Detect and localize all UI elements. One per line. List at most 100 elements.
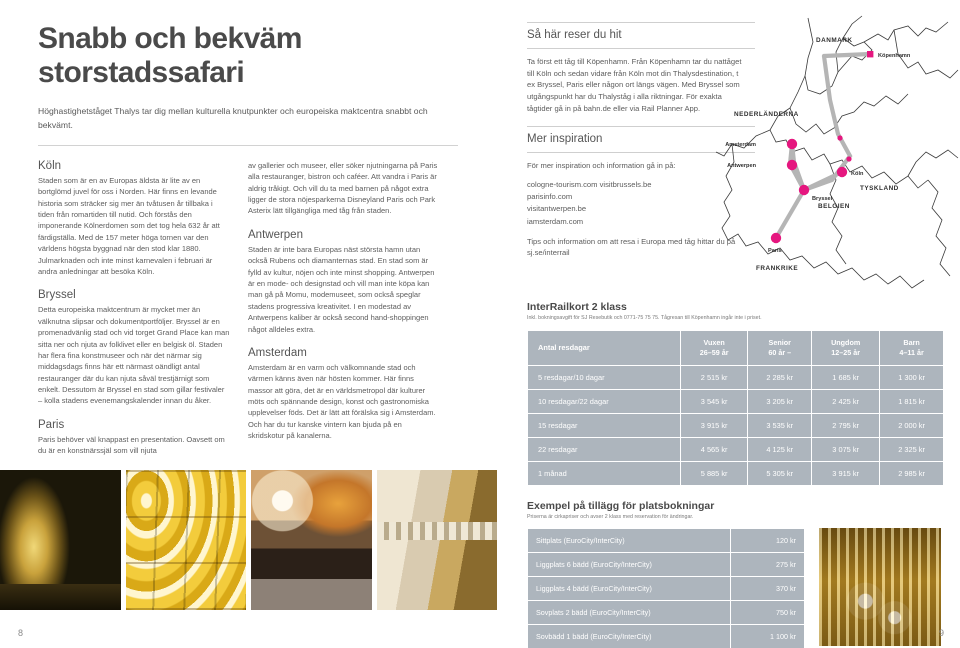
train-chandelier-photo (819, 528, 941, 647)
supplement-table-section: Exempel på tillägg för platsbokningar Pr… (527, 500, 944, 648)
cell-ungdom: 1 685 kr (811, 364, 881, 390)
node-paris (770, 232, 782, 244)
node-kopenhamn (867, 51, 874, 58)
country-label-frankrike: FRANKRIKE (756, 265, 798, 272)
section-heading-bryssel: Bryssel (38, 289, 76, 302)
route-map: DANMARK NEDERLÄNDERNA TYSKLAND BELGIEN F… (712, 12, 960, 302)
cell-barn: 1 300 kr (879, 364, 944, 390)
spread-gutter (497, 0, 527, 648)
headline-line-2: storstadssafari (38, 55, 245, 89)
header-vuxen-l2: 26–59 år (699, 348, 729, 358)
header-vuxen-l1: Vuxen (703, 338, 725, 348)
cell-barn: 2 000 kr (879, 412, 944, 438)
header-ungdom-l1: Ungdom (831, 338, 861, 348)
table-row: 5 resdagar/10 dagar 2 515 kr 2 285 kr 1 … (527, 364, 944, 390)
header-vuxen: Vuxen 26–59 år (679, 330, 749, 366)
table-row: 15 resdagar 3 915 kr 3 535 kr 2 795 kr 2… (527, 412, 944, 438)
cell-vuxen: 5 885 kr (679, 460, 749, 486)
city-label-paris: Paris (768, 248, 782, 254)
right-page: Så här reser du hit Ta först ett tåg til… (527, 0, 960, 648)
node-mid-2 (846, 156, 852, 162)
row-price: 750 kr (730, 600, 805, 626)
cell-vuxen: 3 915 kr (679, 412, 749, 438)
header-senior: Senior 60 år – (747, 330, 813, 366)
header-antal-resdagar-label: Antal resdagar (538, 343, 590, 353)
yellow-clogs-photo (125, 470, 246, 610)
cell-ungdom: 2 425 kr (811, 388, 881, 414)
row-price: 370 kr (730, 576, 805, 602)
table-row: Sovplats 2 bädd (EuroCity/InterCity) 750… (527, 600, 805, 626)
supplement-table-title: Exempel på tillägg för platsbokningar (527, 499, 715, 512)
cell-senior: 4 125 kr (747, 436, 813, 462)
header-senior-l2: 60 år – (768, 348, 792, 358)
row-label: 5 resdagar/10 dagar (527, 364, 681, 390)
header-barn-l2: 4–11 år (899, 348, 924, 358)
header-ungdom-l2: 12–25 år (831, 348, 861, 358)
map-labels: DANMARK NEDERLÄNDERNA TYSKLAND BELGIEN F… (725, 37, 911, 272)
table-row: 22 resdagar 4 565 kr 4 125 kr 3 075 kr 2… (527, 436, 944, 462)
section-text-paris: Paris behöver väl knappast en presentati… (38, 434, 225, 456)
country-label-nederlanderna: NEDERLÄNDERNA (734, 110, 799, 118)
cell-ungdom: 2 795 kr (811, 412, 881, 438)
price-table-section: InterRailkort 2 klass Inkl. bokningsavgi… (527, 301, 944, 486)
section-heading-paris: Paris (38, 418, 65, 431)
section-heading-koln: Köln (38, 159, 62, 172)
cell-senior: 3 205 kr (747, 388, 813, 414)
header-antal-resdagar: Antal resdagar (527, 330, 681, 366)
row-label: Sovplats 2 bädd (EuroCity/InterCity) (527, 600, 731, 626)
section-text-amsterdam: Amsterdam är en varm och välkomnande sta… (248, 362, 436, 441)
node-mid-1 (837, 135, 843, 141)
article-column-2: av gallerier och museer, eller söker nju… (248, 160, 440, 457)
cell-vuxen: 4 565 kr (679, 436, 749, 462)
row-label: Sovbädd 1 bädd (EuroCity/InterCity) (527, 624, 731, 648)
cell-senior: 5 305 kr (747, 460, 813, 486)
section-heading-antwerpen: Antwerpen (248, 228, 303, 241)
price-table-title: InterRailkort 2 klass (527, 301, 627, 314)
row-label: 22 resdagar (527, 436, 681, 462)
cell-barn: 1 815 kr (879, 388, 944, 414)
section-text-paris-continued: av gallerier och museer, eller söker nju… (248, 160, 438, 216)
city-label-amsterdam: Amsterdam (725, 142, 756, 148)
row-label: Sittplats (EuroCity/InterCity) (527, 528, 731, 554)
header-senior-l1: Senior (768, 338, 791, 348)
header-barn-l1: Barn (903, 338, 920, 348)
brochure-spread: Snabb och bekväm storstadssafari Höghast… (0, 0, 960, 648)
price-table-note: Inkl. bokningsavgift för SJ Resebutik oc… (527, 315, 762, 322)
page-number-right: 9 (938, 628, 944, 638)
node-amsterdam (786, 138, 798, 150)
page-deck: Höghastighetståget Thalys tar dig mellan… (38, 106, 428, 130)
supplement-table: Sittplats (EuroCity/InterCity) 120 kr Li… (527, 528, 805, 648)
cell-vuxen: 2 515 kr (679, 364, 749, 390)
row-label: 15 resdagar (527, 412, 681, 438)
table-row: Liggplats 6 bädd (EuroCity/InterCity) 27… (527, 552, 805, 578)
page-title: Snabb och bekväm storstadssafari (38, 22, 463, 89)
section-text-antwerpen: Staden är inte bara Europas näst största… (248, 244, 435, 334)
cell-ungdom: 3 915 kr (811, 460, 881, 486)
cell-barn: 2 325 kr (879, 436, 944, 462)
city-label-antwerpen: Antwerpen (727, 163, 756, 169)
route-nodes (770, 51, 874, 244)
section-heading-amsterdam: Amsterdam (248, 346, 307, 359)
header-divider (38, 144, 458, 146)
photo-strip (0, 470, 497, 610)
ornate-interior-photo (376, 470, 497, 610)
node-koln (836, 166, 848, 178)
city-label-koln: Köln (851, 171, 864, 177)
row-label: 10 resdagar/22 dagar (527, 388, 681, 414)
city-label-bryssel: Bryssel (812, 196, 833, 202)
country-label-danmark: DANMARK (816, 37, 853, 44)
supplement-table-note: Priserna är cirkapriser och avser 2 klas… (527, 513, 694, 520)
table-row: Sovbädd 1 bädd (EuroCity/InterCity) 1 10… (527, 624, 805, 648)
row-label: Liggplats 4 bädd (EuroCity/InterCity) (527, 576, 731, 602)
left-page: Snabb och bekväm storstadssafari Höghast… (0, 0, 497, 648)
article-column-1: Köln Staden som är en av Europas äldsta … (38, 160, 230, 457)
table-row: Liggplats 4 bädd (EuroCity/InterCity) 37… (527, 576, 805, 602)
row-price: 120 kr (730, 528, 805, 554)
row-label: Liggplats 6 bädd (EuroCity/InterCity) (527, 552, 731, 578)
row-price: 275 kr (730, 552, 805, 578)
cell-vuxen: 3 545 kr (679, 388, 749, 414)
cell-ungdom: 3 075 kr (811, 436, 881, 462)
table-row: Sittplats (EuroCity/InterCity) 120 kr (527, 528, 805, 554)
row-price: 1 100 kr (730, 624, 805, 648)
node-antwerpen (786, 159, 798, 171)
